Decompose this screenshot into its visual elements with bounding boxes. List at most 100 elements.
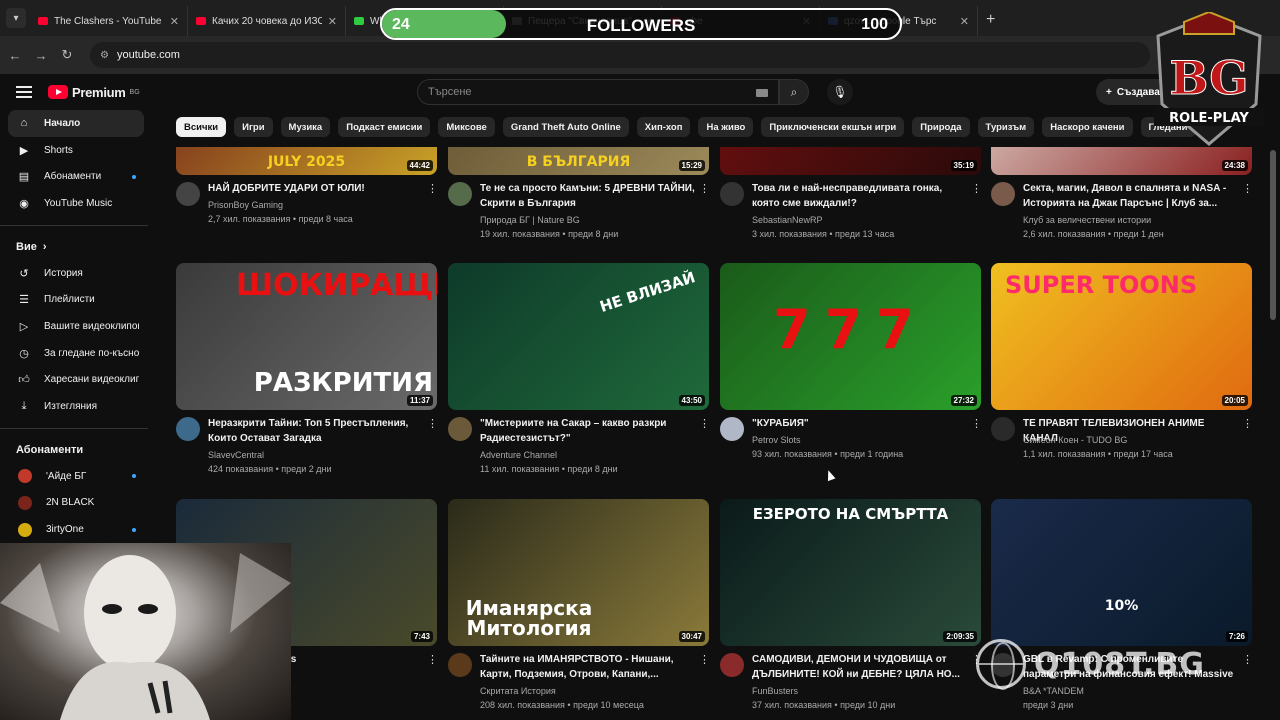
sidebar-item[interactable]: ⤓ Изтегляния <box>8 393 144 420</box>
sidebar-item[interactable]: ◉ YouTube Music <box>8 190 144 217</box>
channel-name[interactable]: Скритата История <box>480 684 700 698</box>
video-thumbnail[interactable]: 35:19 <box>720 147 981 175</box>
video-thumbnail[interactable]: НЕ ВЛИЗАЙ 43:50 <box>448 263 709 410</box>
video-grid: JULY 2025 44:42 НАЙ ДОБРИТЕ УДАРИ ОТ ЮЛИ! P… <box>176 0 1256 720</box>
channel-avatar[interactable] <box>991 417 1015 441</box>
channel-avatar[interactable] <box>448 182 472 206</box>
channel-name[interactable]: FunBusters <box>752 684 972 698</box>
video-thumbnail[interactable]: Иманярска Митология 30:47 <box>448 499 709 646</box>
subscription-item[interactable]: 2N BLACK <box>8 490 144 517</box>
video-thumbnail[interactable]: JULY 2025 44:42 <box>176 147 437 175</box>
channel-avatar <box>18 522 32 537</box>
video-thumbnail[interactable]: 10% 7:26 <box>991 499 1252 646</box>
channel-avatar[interactable] <box>448 653 472 677</box>
more-actions-icon[interactable]: ⋮ <box>427 182 438 195</box>
more-actions-icon[interactable]: ⋮ <box>427 653 438 666</box>
video-thumbnail[interactable]: 777 27:32 <box>720 263 981 410</box>
view-count: 424 показвания <box>208 464 274 474</box>
channel-avatar[interactable] <box>448 417 472 441</box>
video-title[interactable]: Те не са просто Камъни: 5 ДРЕВНИ ТАЙНИ, … <box>480 181 695 211</box>
subscription-label: 2N BLACK <box>46 497 95 509</box>
thumbnail-text: SUPER TOONS <box>1005 271 1198 299</box>
video-title[interactable]: Това ли е най-несправедливата гонка, коя… <box>752 181 967 211</box>
channel-name[interactable]: Симеон Коен - TUDO BG <box>1023 433 1243 447</box>
thumbnail-text: ЕЗЕРОТО НА СМЪРТТА <box>752 505 949 523</box>
video-stats: 2,7 хил. показвания • преди 8 часа <box>208 212 428 226</box>
channel-name[interactable]: Клуб за величествени истории <box>1023 213 1243 227</box>
video-stats: 3 хил. показвания • преди 13 часа <box>752 227 972 241</box>
sidebar-item[interactable]: ▤ Абонаменти <box>8 163 144 190</box>
subscriptions-heading: Абонаменти <box>0 437 160 463</box>
view-count: 93 хил. показвания <box>752 449 832 459</box>
subscriptions-icon: ▤ <box>18 171 30 184</box>
upload-age: преди 2 дни <box>281 464 332 474</box>
music-icon: ◉ <box>19 197 29 210</box>
video-title[interactable]: НАЙ ДОБРИТЕ УДАРИ ОТ ЮЛИ! <box>208 181 423 196</box>
sidebar-item[interactable]: ▶ Shorts <box>8 137 144 164</box>
downloads-icon: ⤓ <box>21 400 27 413</box>
subscription-item[interactable]: 'Айде БГ <box>8 463 144 490</box>
meta-separator: • <box>1105 449 1114 459</box>
more-actions-icon[interactable]: ⋮ <box>427 417 438 430</box>
more-actions-icon[interactable]: ⋮ <box>971 182 982 195</box>
channel-avatar[interactable] <box>991 182 1015 206</box>
more-actions-icon[interactable]: ⋮ <box>971 417 982 430</box>
new-content-dot <box>132 474 136 479</box>
meta-separator: • <box>831 449 841 459</box>
page-scrollbar[interactable] <box>1270 150 1276 320</box>
video-duration: 44:42 <box>406 160 433 171</box>
channel-name[interactable]: SebastianNewRP <box>752 213 972 227</box>
video-thumbnail[interactable]: ШОКИРАЩИ РАЗКРИТИЯ 11:37 <box>176 263 437 410</box>
more-actions-icon[interactable]: ⋮ <box>1242 417 1253 430</box>
reload-icon[interactable]: ↻ <box>56 47 78 63</box>
liked-icon: 👍︎ <box>18 374 30 387</box>
sidebar-item[interactable]: ↺ История <box>8 260 144 287</box>
channel-name[interactable]: Petrov Slots <box>752 433 972 447</box>
video-stats: 37 хил. показвания • преди 10 дни <box>752 698 972 712</box>
sidebar-item-label: Изтегляния <box>44 401 98 413</box>
video-thumbnail[interactable]: SUPER TOONS 20:05 <box>991 263 1252 410</box>
more-actions-icon[interactable]: ⋮ <box>699 417 710 430</box>
channel-avatar[interactable] <box>720 417 744 441</box>
channel-name[interactable]: PrisonBoy Gaming <box>208 198 428 212</box>
video-title[interactable]: САМОДИВИ, ДЕМОНИ И ЧУДОВИЩА от ДЪЛБИНИТЕ… <box>752 652 967 682</box>
you-section-heading[interactable]: Вие › <box>0 234 160 260</box>
channel-avatar[interactable] <box>176 182 200 206</box>
logo-country: BG <box>129 88 140 96</box>
forward-icon[interactable]: → <box>30 48 52 63</box>
video-title[interactable]: Секта, магии, Дявол в спалнята и NASA - … <box>1023 181 1238 211</box>
browser-tab[interactable]: The Clashers - YouTube ✕ <box>30 6 188 36</box>
subscription-item[interactable]: 3irtyOne <box>8 516 144 543</box>
more-actions-icon[interactable]: ⋮ <box>699 182 710 195</box>
upload-age: преди 8 дни <box>568 229 619 239</box>
video-thumbnail[interactable]: В БЪЛГАРИЯ 15:29 <box>448 147 709 175</box>
more-actions-icon[interactable]: ⋮ <box>1242 182 1253 195</box>
sidebar-item[interactable]: ◷ За гледане по-късно <box>8 340 144 367</box>
back-icon[interactable]: ← <box>4 48 26 63</box>
video-title[interactable]: Неразкрити Тайни: Топ 5 Престъпления, Ко… <box>208 416 423 446</box>
playlists-icon: ☰ <box>19 294 29 307</box>
view-count: 2,7 хил. показвания <box>208 214 291 224</box>
chevron-right-icon: › <box>42 240 47 253</box>
more-actions-icon[interactable]: ⋮ <box>699 653 710 666</box>
watermark-text: Q108T.BG <box>1034 646 1205 682</box>
video-title[interactable]: "Мистериите на Сакар – какво разкри Ради… <box>480 416 695 446</box>
video-title[interactable]: Тайните на ИМАНЯРСТВОТО - Нишани, Карти,… <box>480 652 695 682</box>
channel-avatar[interactable] <box>720 653 744 677</box>
sidebar-item[interactable]: ☰ Плейлисти <box>8 286 144 313</box>
channel-avatar[interactable] <box>176 417 200 441</box>
channel-name[interactable]: Adventure Channel <box>480 448 700 462</box>
video-title[interactable]: "КУРАБИЯ" <box>752 416 967 431</box>
site-info-icon[interactable]: ⚙ <box>100 50 109 61</box>
channel-name[interactable]: Природа БГ | Nature BG <box>480 213 700 227</box>
sidebar-item[interactable]: 👍︎ Харесани видеоклипове <box>8 367 144 394</box>
sidebar-item[interactable]: ⌂ Начало <box>8 110 144 137</box>
channel-avatar[interactable] <box>720 182 744 206</box>
video-duration: 2:09:35 <box>943 631 977 642</box>
channel-name[interactable]: SlavevCentral <box>208 448 428 462</box>
sidebar-item[interactable]: ▷ Вашите видеоклипове <box>8 313 144 340</box>
youtube-logo[interactable]: Premium BG <box>48 85 140 100</box>
video-thumbnail[interactable]: ЕЗЕРОТО НА СМЪРТТА 2:09:35 <box>720 499 981 646</box>
menu-icon[interactable] <box>16 86 32 98</box>
tab-search-icon[interactable]: ▾ <box>6 8 26 28</box>
